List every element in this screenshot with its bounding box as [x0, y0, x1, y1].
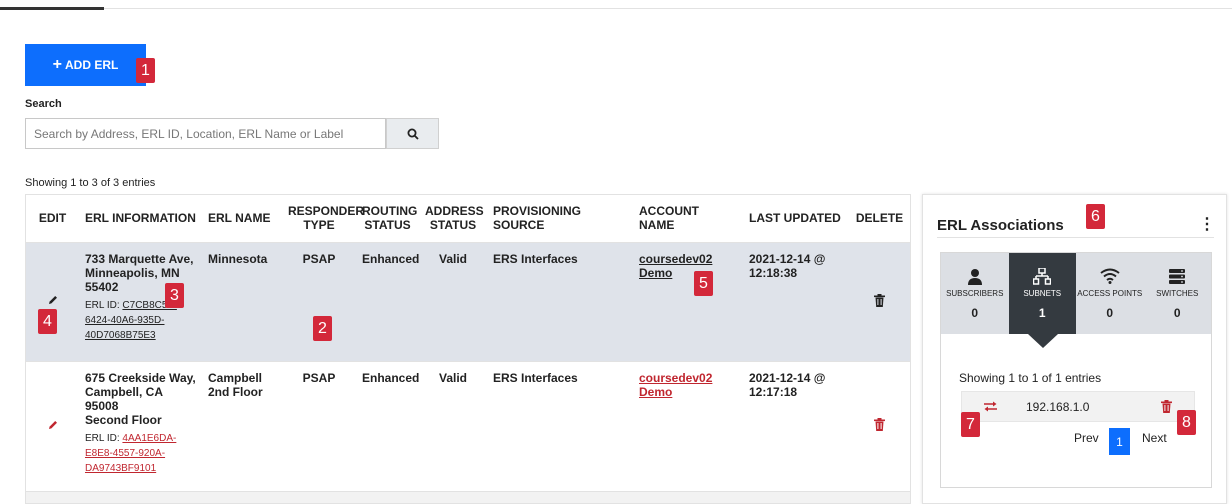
provisioning-source-cell: ERS Interfaces — [487, 242, 633, 362]
col-header-erl-information: ERL INFORMATION — [79, 195, 202, 243]
erl-associations-panel: ERL Associations ⋮ SUBSCRIBERS 0 SUBNETS… — [922, 194, 1227, 504]
erl-id-label: ERL ID: — [85, 432, 120, 444]
col-header-erl-name: ERL NAME — [202, 195, 282, 243]
tab-count: 0 — [1173, 306, 1181, 320]
account-name-cell: coursedev02 Demo — [633, 361, 743, 492]
search-button[interactable] — [386, 118, 439, 149]
pager-page-1[interactable]: 1 — [1109, 428, 1130, 455]
marker-2: 2 — [313, 316, 332, 341]
col-header-address-status: ADDRESS STATUS — [419, 195, 487, 243]
tab-count: 0 — [971, 306, 979, 320]
table-header-row: EDIT ERL INFORMATION ERL NAME RESPONDER … — [26, 195, 910, 243]
delete-cell — [847, 242, 910, 362]
erl-id-label: ERL ID: — [85, 299, 120, 311]
subnet-address: 192.168.1.0 — [1026, 399, 1090, 414]
address-status-cell: Valid — [419, 242, 487, 362]
tab-label: ACCESS POINTS — [1077, 289, 1143, 298]
active-tab-pointer — [1028, 334, 1058, 348]
last-updated-cell: 2021-12-14 @ 12:18:38 — [743, 242, 847, 362]
search-icon — [407, 128, 419, 140]
col-header-responder-type: RESPONDER TYPE — [282, 195, 364, 243]
tab-subnets[interactable]: SUBNETS 1 — [1008, 253, 1076, 334]
marker-8: 8 — [1177, 410, 1196, 435]
kebab-menu-icon[interactable]: ⋮ — [1199, 214, 1215, 234]
col-header-provisioning-source: PROVISIONING SOURCE — [487, 195, 633, 243]
person-icon — [967, 265, 983, 287]
responder-type-cell: PSAP — [282, 361, 356, 492]
tab-count: 1 — [1038, 306, 1046, 320]
marker-4: 4 — [38, 309, 57, 334]
marker-5: 5 — [694, 271, 713, 296]
responder-type-cell: PSAP — [282, 242, 356, 362]
col-header-account-name: ACCOUNT NAME — [633, 195, 743, 243]
trash-icon[interactable] — [874, 418, 885, 431]
col-header-routing-status: ROUTING STATUS — [356, 195, 419, 243]
associations-box: SUBSCRIBERS 0 SUBNETS 1 ACCESS POINTS 0 — [940, 252, 1212, 488]
col-header-edit: EDIT — [26, 195, 79, 243]
pager-prev[interactable]: Prev — [1074, 431, 1099, 445]
active-tab-indicator — [0, 7, 104, 10]
routing-status-cell: Enhanced — [356, 361, 419, 492]
add-erl-button[interactable]: + ADD ERL — [25, 44, 146, 86]
association-tabs: SUBSCRIBERS 0 SUBNETS 1 ACCESS POINTS 0 — [941, 253, 1211, 334]
account-name-link[interactable]: coursedev02 Demo — [639, 371, 712, 399]
account-name-cell: coursedev02 Demo — [633, 242, 743, 362]
erl-name-cell: Campbell 2nd Floor — [202, 361, 282, 492]
server-icon — [1169, 265, 1186, 287]
pencil-icon[interactable] — [47, 419, 59, 431]
delete-cell — [847, 361, 910, 492]
marker-6: 6 — [1086, 204, 1105, 229]
search-input[interactable]: Search by Address, ERL ID, Location, ERL… — [25, 118, 386, 149]
table-row[interactable]: 675 Creekside Way, Campbell, CA 95008 Se… — [26, 361, 910, 492]
erl-id-line: ERL ID: 4AA1E6DA-E8E8-4557-920A-DA9743BF… — [85, 431, 196, 476]
erl-table: EDIT ERL INFORMATION ERL NAME RESPONDER … — [25, 194, 911, 504]
last-updated-cell: 2021-12-14 @ 12:17:18 — [743, 361, 847, 492]
erl-address: 675 Creekside Way, Campbell, CA 95008 — [85, 370, 196, 413]
table-row[interactable]: 733 Marquette Ave, Minneapolis, MN 55402… — [26, 242, 910, 362]
tab-switches[interactable]: SWITCHES 0 — [1144, 253, 1212, 334]
network-icon — [1033, 265, 1052, 287]
tab-access-points[interactable]: ACCESS POINTS 0 — [1076, 253, 1144, 334]
marker-3: 3 — [165, 283, 184, 308]
address-status-cell: Valid — [419, 361, 487, 492]
col-header-last-updated: LAST UPDATED — [743, 195, 847, 243]
col-header-delete: DELETE — [847, 195, 910, 243]
tab-label: SUBSCRIBERS — [946, 289, 1004, 298]
search-label: Search — [25, 98, 62, 110]
swap-icon[interactable] — [962, 401, 1018, 412]
panel-divider — [937, 237, 1214, 238]
wifi-icon — [1100, 265, 1120, 287]
add-erl-label: ADD ERL — [65, 58, 119, 72]
provisioning-source-cell: ERS Interfaces — [487, 361, 633, 492]
erl-location: Second Floor — [85, 412, 162, 427]
trash-icon[interactable] — [874, 293, 885, 307]
tab-count: 0 — [1106, 306, 1114, 320]
subnet-row[interactable]: 192.168.1.0 — [961, 391, 1195, 422]
plus-icon: + — [52, 56, 62, 73]
erl-name-cell: Minnesota — [202, 242, 282, 362]
marker-7: 7 — [961, 412, 980, 437]
routing-status-cell: Enhanced — [356, 242, 419, 362]
table-entries-count: Showing 1 to 3 of 3 entries — [25, 177, 156, 189]
erl-information-cell: 675 Creekside Way, Campbell, CA 95008 Se… — [79, 361, 202, 492]
tab-label: SUBNETS — [1023, 289, 1062, 298]
subnet-entries-count: Showing 1 to 1 of 1 entries — [959, 371, 1102, 385]
edit-cell — [26, 242, 79, 362]
table-row[interactable] — [26, 491, 910, 503]
marker-1: 1 — [136, 58, 155, 83]
pencil-icon[interactable] — [47, 294, 59, 306]
edit-cell — [26, 361, 79, 492]
tab-subscribers[interactable]: SUBSCRIBERS 0 — [941, 253, 1009, 334]
tab-label: SWITCHES — [1156, 289, 1199, 298]
panel-title: ERL Associations — [937, 217, 1064, 234]
top-border — [0, 8, 1232, 9]
pager-next[interactable]: Next — [1142, 431, 1167, 445]
